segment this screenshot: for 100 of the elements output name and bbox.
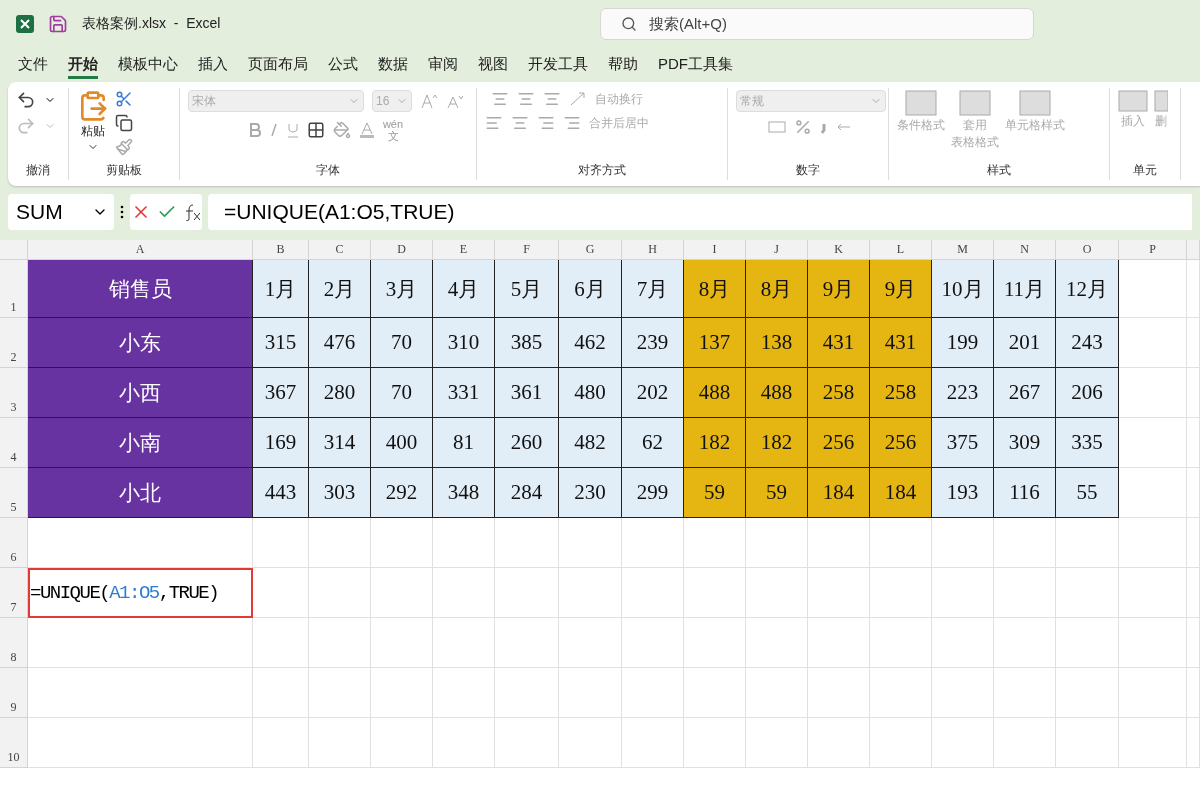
row-header[interactable]: 5 xyxy=(0,468,28,518)
search-field[interactable]: 搜索(Alt+Q) xyxy=(600,8,1034,40)
table-cell: 488 xyxy=(746,368,808,418)
table-cell: 309 xyxy=(994,418,1056,468)
align-center-icon[interactable] xyxy=(511,114,529,132)
save-icon[interactable] xyxy=(48,14,68,34)
table-cell: 310 xyxy=(433,318,495,368)
indent-icon[interactable] xyxy=(563,114,581,132)
scissors-icon[interactable] xyxy=(115,90,133,108)
row-header[interactable]: 1 xyxy=(0,260,28,318)
table-cell: 小北 xyxy=(28,468,253,518)
table-cell: 239 xyxy=(622,318,684,368)
row-header[interactable]: 10 xyxy=(0,718,28,768)
table-cell: 169 xyxy=(253,418,309,468)
row-header[interactable]: 2 xyxy=(0,318,28,368)
align-bottom-icon[interactable] xyxy=(543,90,561,108)
column-header[interactable]: I xyxy=(684,240,746,260)
table-cell: 182 xyxy=(684,418,746,468)
column-header[interactable]: L xyxy=(870,240,932,260)
column-header[interactable]: J xyxy=(746,240,808,260)
row-header[interactable]: 3 xyxy=(0,368,28,418)
ribbon-tab[interactable]: 帮助 xyxy=(608,51,638,79)
column-header[interactable]: N xyxy=(994,240,1056,260)
font-grow-icon[interactable] xyxy=(420,93,438,109)
align-left-icon[interactable] xyxy=(485,114,503,132)
table-cell: 256 xyxy=(808,418,870,468)
name-box[interactable]: SUM xyxy=(8,194,114,230)
font-shrink-icon[interactable] xyxy=(446,93,464,109)
ribbon-tab[interactable]: 视图 xyxy=(478,51,508,79)
ribbon-tab[interactable]: 开发工具 xyxy=(528,51,588,79)
table-cell: 55 xyxy=(1056,468,1119,518)
delete-cells-icon xyxy=(1154,90,1168,112)
formula-field[interactable]: =UNIQUE(A1:O5,TRUE) xyxy=(208,194,1192,230)
column-header[interactable]: F xyxy=(495,240,559,260)
ribbon-tab[interactable]: 插入 xyxy=(198,51,228,79)
table-cell: 303 xyxy=(309,468,371,518)
table-cell: 137 xyxy=(684,318,746,368)
column-header[interactable]: M xyxy=(932,240,994,260)
row-header[interactable]: 9 xyxy=(0,668,28,718)
ribbon-tab[interactable]: 页面布局 xyxy=(248,51,308,79)
table-cell: 8月 xyxy=(684,260,746,318)
column-header[interactable]: P xyxy=(1119,240,1187,260)
select-all-corner[interactable] xyxy=(0,240,28,260)
font-color-icon[interactable] xyxy=(358,122,375,138)
table-cell: 375 xyxy=(932,418,994,468)
table-cell: 62 xyxy=(622,418,684,468)
row-header[interactable]: 7 xyxy=(0,568,28,618)
percent-icon[interactable] xyxy=(794,118,812,136)
ribbon-tab[interactable]: 开始 xyxy=(68,51,98,79)
window-title: 表格案例.xlsx - Excel xyxy=(82,15,221,33)
borders-icon[interactable] xyxy=(306,121,325,139)
table-cell: 223 xyxy=(932,368,994,418)
column-header[interactable]: B xyxy=(253,240,309,260)
align-top-icon[interactable] xyxy=(491,90,509,108)
italic-icon[interactable] xyxy=(268,123,279,137)
formula-cell[interactable]: =UNIQUE(A1:O5,TRUE) xyxy=(28,568,253,618)
ribbon-tab[interactable]: 文件 xyxy=(18,51,48,79)
column-header[interactable]: O xyxy=(1056,240,1119,260)
group-label: 样式 xyxy=(986,162,1012,179)
column-header[interactable]: A xyxy=(28,240,253,260)
ribbon-tab[interactable]: 公式 xyxy=(328,51,358,79)
table-cell: 267 xyxy=(994,368,1056,418)
table-cell: 12月 xyxy=(1056,260,1119,318)
ribbon-tab[interactable]: 审阅 xyxy=(428,51,458,79)
column-header[interactable]: E xyxy=(433,240,495,260)
table-cell: 70 xyxy=(371,368,433,418)
align-middle-icon[interactable] xyxy=(517,90,535,108)
table-cell: 59 xyxy=(684,468,746,518)
function-icon[interactable] xyxy=(183,203,201,221)
copy-icon[interactable] xyxy=(115,114,133,132)
underline-icon[interactable] xyxy=(286,122,299,138)
redo-icon[interactable] xyxy=(16,116,36,136)
row-header[interactable]: 8 xyxy=(0,618,28,668)
bold-button[interactable] xyxy=(248,123,261,137)
table-cell: 482 xyxy=(559,418,622,468)
table-cell: 314 xyxy=(309,418,371,468)
table-cell: 331 xyxy=(433,368,495,418)
column-header-filler xyxy=(1187,240,1200,260)
column-header[interactable]: K xyxy=(808,240,870,260)
ribbon-tab[interactable]: 数据 xyxy=(378,51,408,79)
fill-bucket-icon[interactable] xyxy=(332,121,351,139)
table-cell: 81 xyxy=(433,418,495,468)
table-grid-icon xyxy=(905,90,937,116)
column-header[interactable]: C xyxy=(309,240,371,260)
paintbrush-icon[interactable] xyxy=(115,138,133,156)
orientation-icon[interactable] xyxy=(569,91,587,107)
group-label: 数字 xyxy=(795,162,821,179)
currency-icon[interactable] xyxy=(768,120,786,134)
column-header[interactable]: H xyxy=(622,240,684,260)
undo-icon[interactable] xyxy=(16,90,36,110)
ribbon-tab[interactable]: 模板中心 xyxy=(118,51,178,79)
table-cell: 59 xyxy=(746,468,808,518)
row-header[interactable]: 4 xyxy=(0,418,28,468)
align-right-icon[interactable] xyxy=(537,114,555,132)
row-header[interactable]: 6 xyxy=(0,518,28,568)
column-header[interactable]: D xyxy=(371,240,433,260)
paste-button[interactable]: 粘贴 xyxy=(77,90,109,153)
ribbon-tab[interactable]: PDF工具集 xyxy=(658,51,733,79)
column-header[interactable]: G xyxy=(559,240,622,260)
table-cell: 1月 xyxy=(253,260,309,318)
